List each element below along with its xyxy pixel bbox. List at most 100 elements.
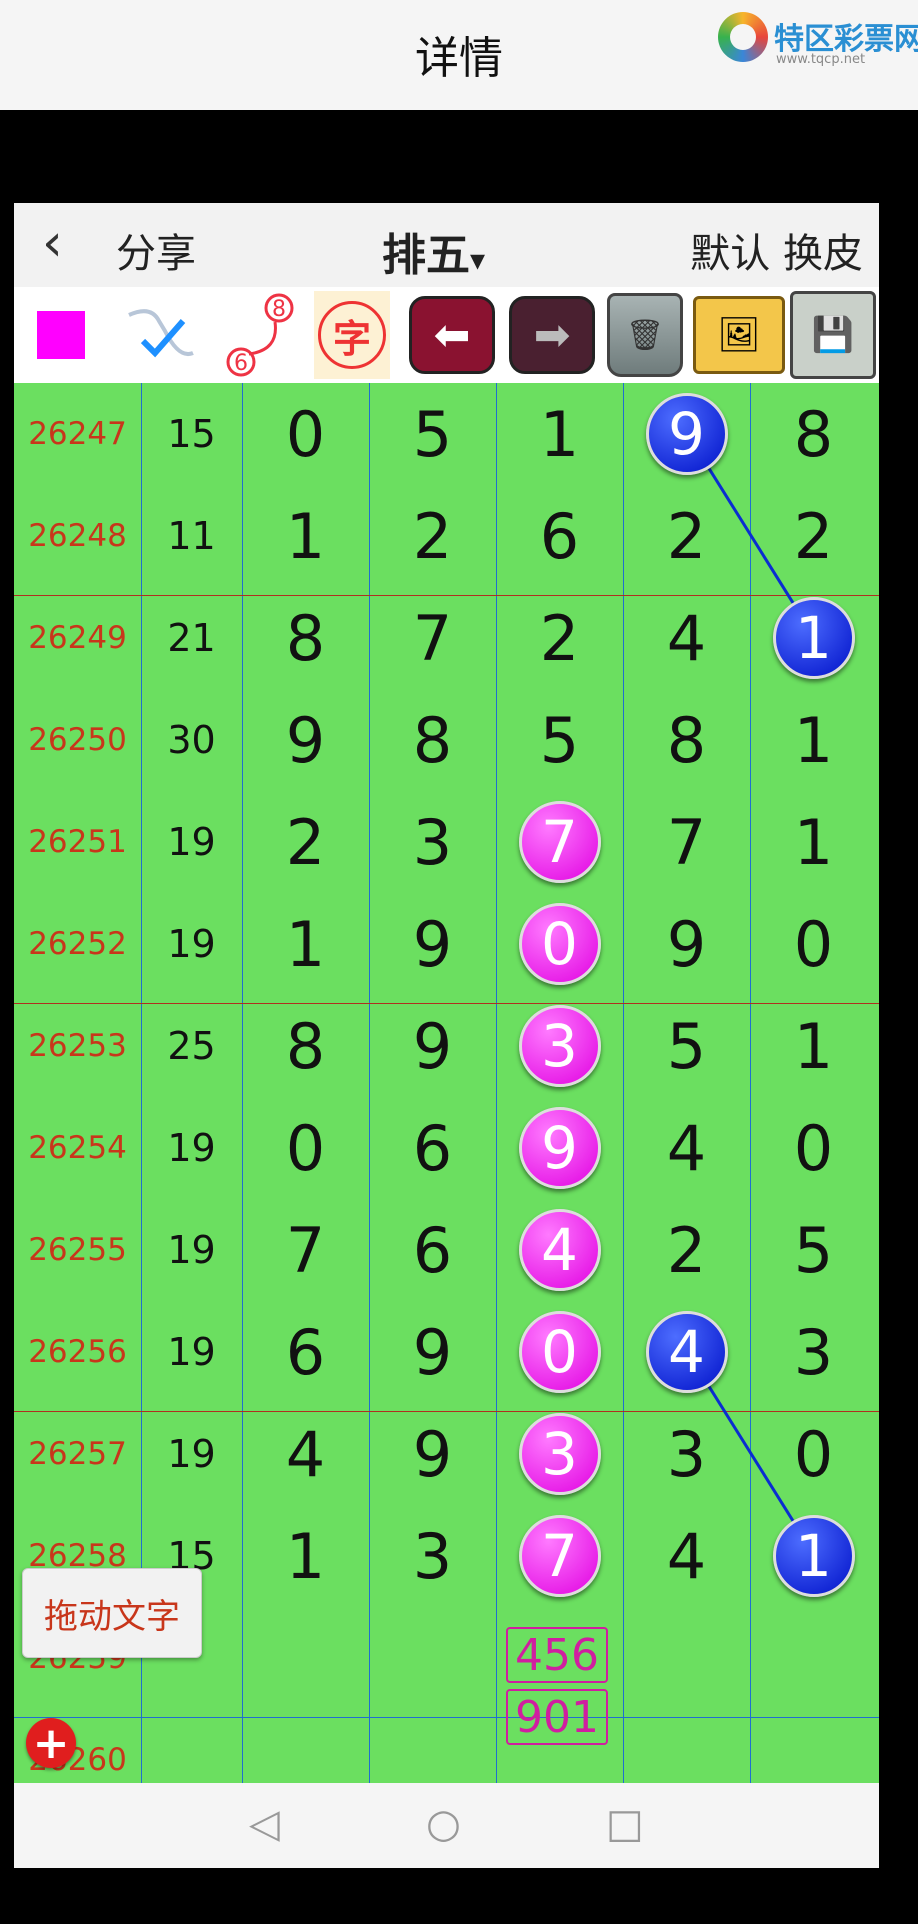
pen-tool[interactable] [114,287,208,383]
photos-button[interactable]: 🖼 [692,287,786,383]
sum-value [141,1709,242,1783]
digit-cell[interactable]: 6 [242,1301,369,1403]
digit-cell[interactable]: 5 [623,995,750,1097]
digit-cell[interactable] [750,1709,877,1783]
digit-cell[interactable] [750,1607,877,1709]
digit-cell[interactable] [369,1607,496,1709]
change-skin-button[interactable]: 换皮 [783,231,863,277]
digit-cell[interactable]: 2 [750,485,877,587]
digit-cell[interactable]: 9 [369,893,496,995]
digit-cell[interactable]: 0 [496,893,623,995]
digit-cell[interactable]: 1 [750,995,877,1097]
digit-cell[interactable] [623,1607,750,1709]
site-logo: 特区彩票网 www.tqcp.net [718,10,918,70]
color-square-tool[interactable] [14,287,108,383]
digit-cell[interactable]: 7 [369,587,496,689]
digit-cell[interactable]: 0 [496,1301,623,1403]
digit-cell[interactable]: 4 [242,1403,369,1505]
digit-cell[interactable] [369,1709,496,1783]
digit-cell[interactable] [242,1607,369,1709]
undo-button[interactable]: ⬅ [405,287,499,383]
trash-button[interactable]: 🗑 [598,287,692,383]
number-link-top: 8 [272,297,286,322]
digit-cell[interactable]: 2 [369,485,496,587]
prediction-box[interactable]: 456 [506,1627,608,1683]
digit-cell[interactable]: 7 [496,791,623,893]
digit-cell[interactable]: 1 [242,1505,369,1607]
digit-cell[interactable]: 5 [750,1199,877,1301]
digit-cell[interactable]: 9 [242,689,369,791]
undo-arrow-icon: ⬅ [409,296,495,374]
digit-cell[interactable]: 1 [750,587,877,689]
digit-cell[interactable]: 4 [496,1199,623,1301]
prediction-box[interactable]: 901 [506,1689,608,1745]
drag-text-button[interactable]: 拖动文字 [22,1568,202,1658]
digit-cell[interactable]: 4 [623,1301,750,1403]
digit-cell[interactable]: 0 [242,1097,369,1199]
digit-cell[interactable]: 9 [623,893,750,995]
digit-cell[interactable]: 0 [750,893,877,995]
table-row: 26254 19 0 6 9 4 0 [14,1097,879,1199]
digit-cell[interactable]: 6 [369,1097,496,1199]
redo-button[interactable]: ➡ [505,287,599,383]
digit-cell[interactable]: 8 [369,689,496,791]
digit-cell[interactable]: 8 [623,689,750,791]
digit-cell[interactable]: 4 [623,1097,750,1199]
digit-cell[interactable]: 3 [750,1301,877,1403]
digit-cell[interactable]: 2 [623,485,750,587]
default-button[interactable]: 默认 [690,231,770,277]
digit-cell[interactable]: 9 [496,1097,623,1199]
digit-cell[interactable]: 8 [242,587,369,689]
share-button[interactable]: 分享 [116,221,196,279]
save-button[interactable]: 💾 [786,287,880,383]
number-link-tool[interactable]: 6 8 [214,287,308,383]
digit-cell[interactable]: 7 [496,1505,623,1607]
digit-cell[interactable]: 5 [496,689,623,791]
digit-cell[interactable] [623,1709,750,1783]
digit-cell[interactable]: 0 [750,1403,877,1505]
text-char-tool[interactable]: 字 [305,287,399,383]
digit-cell[interactable]: 1 [242,485,369,587]
digit-cell[interactable]: 1 [496,383,623,485]
game-select-label: 排五 [382,230,470,281]
digit-cell[interactable]: 3 [496,1403,623,1505]
digit-cell[interactable]: 0 [750,1097,877,1199]
digit-cell[interactable]: 6 [496,485,623,587]
nav-recent-icon[interactable]: □ [606,1801,644,1847]
redo-arrow-icon: ➡ [509,296,595,374]
digit-cell[interactable]: 9 [369,995,496,1097]
back-icon[interactable]: ‹ [42,213,63,273]
digit-cell[interactable]: 7 [242,1199,369,1301]
logo-url: www.tqcp.net [776,52,866,67]
add-icon[interactable]: + [26,1718,76,1769]
digit-cell[interactable]: 4 [623,587,750,689]
nav-home-icon[interactable]: ○ [426,1801,461,1847]
digit-cell[interactable]: 1 [242,893,369,995]
digit-cell[interactable]: 8 [242,995,369,1097]
digit-cell[interactable]: 2 [623,1199,750,1301]
sum-value: 19 [167,1330,216,1374]
game-select[interactable]: 排五▾ [382,219,485,283]
digit-cell[interactable]: 4 [623,1505,750,1607]
digit-cell[interactable]: 9 [369,1301,496,1403]
digit-cell[interactable] [242,1709,369,1783]
digit-cell[interactable]: 2 [496,587,623,689]
nav-back-icon[interactable]: ◁ [249,1801,280,1847]
digit-cell[interactable]: 1 [750,689,877,791]
digit-cell[interactable]: 3 [369,1505,496,1607]
digit-cell[interactable]: 2 [242,791,369,893]
digit-cell[interactable]: 0 [242,383,369,485]
digit-cell[interactable]: 1 [750,791,877,893]
sum-value: 19 [167,922,216,966]
digit-cell[interactable]: 3 [496,995,623,1097]
table-row: 26260 [14,1709,879,1783]
digit-cell[interactable]: 9 [369,1403,496,1505]
digit-cell[interactable]: 3 [369,791,496,893]
digit-cell[interactable]: 3 [623,1403,750,1505]
digit-cell[interactable]: 9 [623,383,750,485]
digit-cell[interactable]: 5 [369,383,496,485]
digit-cell[interactable]: 1 [750,1505,877,1607]
digit-cell[interactable]: 7 [623,791,750,893]
digit-cell[interactable]: 6 [369,1199,496,1301]
digit-cell[interactable]: 8 [750,383,877,485]
